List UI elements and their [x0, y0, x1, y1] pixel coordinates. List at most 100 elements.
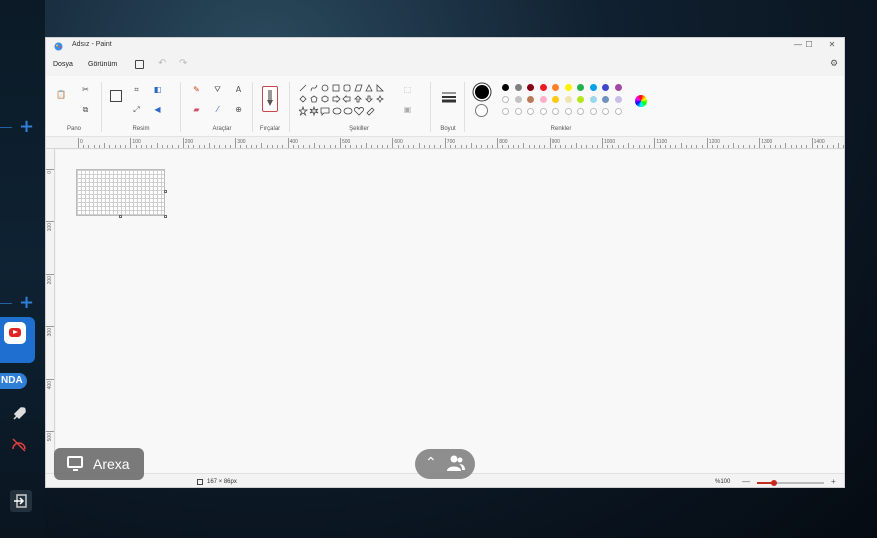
palette-swatch[interactable]	[577, 84, 584, 91]
zoom-in-button[interactable]: +	[831, 477, 836, 486]
palette-swatch[interactable]	[514, 96, 522, 103]
ruler-minor-tick	[554, 145, 556, 148]
add-icon[interactable]: +	[19, 116, 34, 137]
exit-button[interactable]	[10, 490, 32, 512]
palette-swatch[interactable]	[502, 84, 509, 91]
palette-swatch[interactable]	[614, 84, 622, 91]
menu-view[interactable]: Görünüm	[88, 61, 117, 68]
palette-swatch[interactable]	[577, 96, 584, 103]
palette-swatch[interactable]	[564, 96, 572, 103]
cut-icon[interactable]: ✂	[81, 85, 90, 94]
palette-swatch[interactable]	[564, 84, 572, 91]
rotate-icon[interactable]: ◀	[153, 105, 162, 114]
crop-icon[interactable]: ⌗	[132, 85, 141, 94]
color-picker-icon[interactable]: ⁄	[213, 105, 222, 114]
brush-button[interactable]	[262, 86, 278, 112]
settings-icon[interactable]: ⚙	[830, 59, 838, 69]
magnifier-icon[interactable]: ⊕	[234, 105, 243, 114]
outline-icon[interactable]: ⬚	[403, 85, 412, 94]
remove-background-icon[interactable]: ◧	[153, 85, 162, 94]
palette-swatch[interactable]	[589, 84, 597, 91]
custom-color-slot[interactable]	[514, 108, 522, 115]
ruler-minor-tick	[649, 145, 651, 148]
custom-color-slot[interactable]	[614, 108, 622, 115]
select-icon[interactable]	[110, 90, 122, 102]
zoom-level[interactable]: %100	[715, 479, 730, 485]
zoom-out-button[interactable]: —	[742, 477, 750, 486]
menu-file[interactable]: Dosya	[53, 61, 73, 68]
youtube-tile[interactable]	[0, 317, 35, 363]
ruler-minor-tick	[843, 145, 844, 148]
palette-swatch[interactable]	[514, 84, 522, 91]
session-toolbar-toggle[interactable]: ⌃	[415, 449, 475, 479]
paint-window: Adsız - Paint — ☐ ✕ Dosya Görünüm ↶ ↷ ⚙ …	[45, 37, 845, 488]
custom-color-slot[interactable]	[577, 108, 584, 115]
arexa-button[interactable]: Arexa	[54, 448, 144, 480]
add-icon[interactable]: +	[19, 292, 34, 313]
copy-icon[interactable]: ⧉	[81, 105, 90, 114]
menu-bar: Dosya Görünüm ↶ ↷ ⚙	[46, 56, 844, 74]
ruler-minor-tick	[439, 145, 441, 148]
ruler-minor-tick	[680, 143, 682, 148]
custom-color-slot[interactable]	[539, 108, 547, 115]
maximize-button[interactable]: ☐	[798, 40, 820, 49]
custom-color-slot[interactable]	[602, 108, 609, 115]
palette-swatch[interactable]	[602, 96, 609, 103]
custom-color-slot[interactable]	[502, 108, 509, 115]
shapes-gallery[interactable]	[299, 84, 391, 120]
drawing-canvas[interactable]	[76, 169, 165, 216]
custom-color-slot[interactable]	[589, 108, 597, 115]
ruler-minor-tick	[88, 145, 90, 148]
ruler-tick	[340, 138, 341, 148]
save-icon[interactable]	[135, 60, 144, 69]
ruler-minor-tick	[214, 145, 216, 148]
ruler-minor-tick	[816, 145, 818, 148]
resize-icon[interactable]: ⤢	[132, 105, 141, 114]
ruler-minor-tick	[837, 143, 839, 148]
fill-icon[interactable]: ⛛	[213, 85, 222, 94]
custom-color-slot[interactable]	[502, 96, 509, 103]
shape-fill-icon[interactable]: ▣	[403, 105, 412, 114]
palette-swatch[interactable]	[539, 96, 547, 103]
chevron-up-icon[interactable]: ⌃	[425, 455, 437, 471]
undo-icon[interactable]: ↶	[158, 58, 166, 69]
pencil-icon[interactable]: ✎	[192, 85, 201, 94]
text-icon[interactable]: A	[234, 85, 243, 94]
palette-swatch[interactable]	[589, 96, 597, 103]
size-icon[interactable]	[442, 91, 456, 103]
zoom-slider[interactable]	[757, 480, 824, 486]
custom-color-slot[interactable]	[564, 108, 572, 115]
palette-swatch[interactable]	[539, 84, 547, 91]
custom-color-slot[interactable]	[552, 108, 559, 115]
zoom-slider-thumb[interactable]	[770, 480, 777, 486]
resize-handle-bottom[interactable]	[119, 215, 122, 218]
group-label-shapes: Şekiller	[349, 126, 369, 132]
ruler-minor-tick	[801, 145, 803, 148]
primary-color[interactable]	[475, 85, 489, 99]
palette-swatch[interactable]	[527, 96, 534, 103]
ruler-label: 200	[47, 275, 53, 285]
secondary-color[interactable]	[475, 104, 488, 117]
ruler-minor-tick	[324, 145, 326, 148]
close-button[interactable]: ✕	[821, 40, 843, 49]
custom-color-slot[interactable]	[527, 108, 534, 115]
palette-swatch[interactable]	[552, 84, 559, 91]
eraser-icon[interactable]: ▰	[192, 105, 201, 114]
canvas-area[interactable]	[56, 150, 844, 473]
palette-swatch[interactable]	[602, 84, 609, 91]
redo-icon[interactable]: ↷	[179, 58, 187, 69]
ruler-minor-tick	[806, 145, 808, 148]
ruler-tick	[46, 431, 54, 432]
paste-icon[interactable]: 📋	[56, 90, 66, 99]
palette-swatch[interactable]	[614, 96, 622, 103]
palette-swatch[interactable]	[552, 96, 559, 103]
ruler-minor-tick	[722, 145, 724, 148]
edit-colors-icon[interactable]	[635, 95, 647, 107]
users-icon[interactable]	[446, 454, 466, 472]
rocket-icon[interactable]	[11, 406, 27, 422]
ruler-minor-tick	[135, 145, 137, 148]
resize-handle-corner[interactable]	[164, 215, 167, 218]
resize-handle-right[interactable]	[164, 190, 167, 193]
gauge-off-icon[interactable]	[11, 437, 27, 453]
palette-swatch[interactable]	[527, 84, 534, 91]
